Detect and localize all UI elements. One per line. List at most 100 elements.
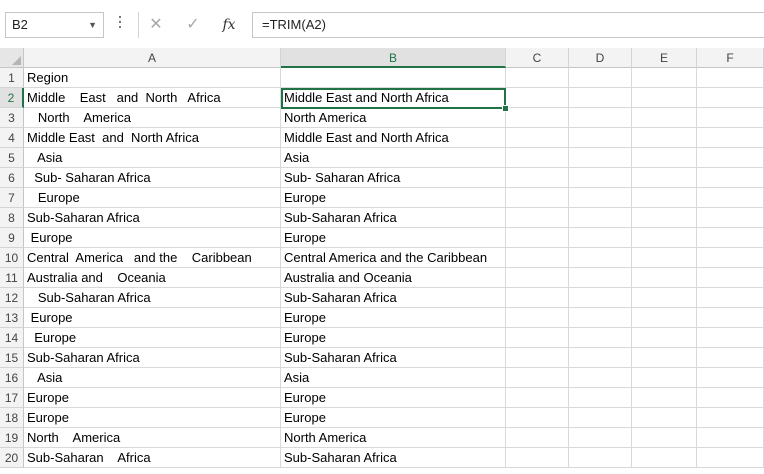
row-header[interactable]: 17 [0, 388, 24, 408]
row-header[interactable]: 14 [0, 328, 24, 348]
cell-d19[interactable] [569, 428, 632, 448]
cell-d17[interactable] [569, 388, 632, 408]
cell-b4[interactable]: Middle East and North Africa [281, 128, 506, 148]
cell-b10[interactable]: Central America and the Caribbean [281, 248, 506, 268]
cell-b5[interactable]: Asia [281, 148, 506, 168]
formula-input[interactable]: =TRIM(A2) [252, 12, 764, 38]
cell-c5[interactable] [506, 148, 569, 168]
row-header[interactable]: 1 [0, 68, 24, 88]
cell-f20[interactable] [697, 448, 764, 468]
cell-f17[interactable] [697, 388, 764, 408]
column-header-a[interactable]: A [24, 48, 281, 68]
cell-a8[interactable]: Sub-Saharan Africa [24, 208, 281, 228]
cell-d9[interactable] [569, 228, 632, 248]
column-header-b[interactable]: B [281, 48, 506, 68]
column-header-e[interactable]: E [632, 48, 697, 68]
cell-f9[interactable] [697, 228, 764, 248]
cell-b2[interactable]: Middle East and North Africa [281, 88, 506, 108]
cell-d3[interactable] [569, 108, 632, 128]
cell-f11[interactable] [697, 268, 764, 288]
cell-a7[interactable]: Europe [24, 188, 281, 208]
cell-a14[interactable]: Europe [24, 328, 281, 348]
cell-d2[interactable] [569, 88, 632, 108]
cell-f18[interactable] [697, 408, 764, 428]
more-options-icon[interactable] [118, 13, 122, 35]
cell-a11[interactable]: Australia and Oceania [24, 268, 281, 288]
cell-d11[interactable] [569, 268, 632, 288]
cell-e18[interactable] [632, 408, 697, 428]
cell-f10[interactable] [697, 248, 764, 268]
cell-d10[interactable] [569, 248, 632, 268]
row-header[interactable]: 18 [0, 408, 24, 428]
cell-e2[interactable] [632, 88, 697, 108]
cell-b7[interactable]: Europe [281, 188, 506, 208]
row-header[interactable]: 7 [0, 188, 24, 208]
cell-e14[interactable] [632, 328, 697, 348]
cell-c3[interactable] [506, 108, 569, 128]
cell-a15[interactable]: Sub-Saharan Africa [24, 348, 281, 368]
cell-c16[interactable] [506, 368, 569, 388]
cell-d5[interactable] [569, 148, 632, 168]
cell-a19[interactable]: North America [24, 428, 281, 448]
cell-c14[interactable] [506, 328, 569, 348]
cell-e11[interactable] [632, 268, 697, 288]
row-header[interactable]: 20 [0, 448, 24, 468]
row-header[interactable]: 12 [0, 288, 24, 308]
column-header-d[interactable]: D [569, 48, 632, 68]
cell-d16[interactable] [569, 368, 632, 388]
cell-e10[interactable] [632, 248, 697, 268]
cell-b18[interactable]: Europe [281, 408, 506, 428]
cell-a9[interactable]: Europe [24, 228, 281, 248]
row-header[interactable]: 13 [0, 308, 24, 328]
cell-c13[interactable] [506, 308, 569, 328]
cell-e12[interactable] [632, 288, 697, 308]
cell-d4[interactable] [569, 128, 632, 148]
cell-f5[interactable] [697, 148, 764, 168]
cell-e4[interactable] [632, 128, 697, 148]
cell-a17[interactable]: Europe [24, 388, 281, 408]
cell-f13[interactable] [697, 308, 764, 328]
fill-handle[interactable] [502, 105, 509, 112]
row-header[interactable]: 9 [0, 228, 24, 248]
cell-f16[interactable] [697, 368, 764, 388]
row-header[interactable]: 2 [0, 88, 24, 108]
cell-c6[interactable] [506, 168, 569, 188]
cell-f6[interactable] [697, 168, 764, 188]
cell-d6[interactable] [569, 168, 632, 188]
cell-c12[interactable] [506, 288, 569, 308]
row-header[interactable]: 11 [0, 268, 24, 288]
cell-b11[interactable]: Australia and Oceania [281, 268, 506, 288]
cell-e19[interactable] [632, 428, 697, 448]
cell-a3[interactable]: North America [24, 108, 281, 128]
cell-c18[interactable] [506, 408, 569, 428]
cell-f12[interactable] [697, 288, 764, 308]
cell-a16[interactable]: Asia [24, 368, 281, 388]
chevron-down-icon[interactable]: ▼ [88, 13, 97, 37]
column-header-c[interactable]: C [506, 48, 569, 68]
row-header[interactable]: 10 [0, 248, 24, 268]
cell-f1[interactable] [697, 68, 764, 88]
cell-a10[interactable]: Central America and the Caribbean [24, 248, 281, 268]
cell-c15[interactable] [506, 348, 569, 368]
cell-b13[interactable]: Europe [281, 308, 506, 328]
cell-e7[interactable] [632, 188, 697, 208]
cell-a2[interactable]: Middle East and North Africa [24, 88, 281, 108]
cell-c7[interactable] [506, 188, 569, 208]
cell-b19[interactable]: North America [281, 428, 506, 448]
cell-a20[interactable]: Sub-Saharan Africa [24, 448, 281, 468]
cell-e20[interactable] [632, 448, 697, 468]
row-header[interactable]: 4 [0, 128, 24, 148]
name-box[interactable]: B2 ▼ [5, 12, 104, 38]
cell-a5[interactable]: Asia [24, 148, 281, 168]
cell-b6[interactable]: Sub- Saharan Africa [281, 168, 506, 188]
cell-f2[interactable] [697, 88, 764, 108]
cell-b3[interactable]: North America [281, 108, 506, 128]
row-header[interactable]: 19 [0, 428, 24, 448]
cell-e15[interactable] [632, 348, 697, 368]
cell-c2[interactable] [506, 88, 569, 108]
row-header[interactable]: 5 [0, 148, 24, 168]
cell-d20[interactable] [569, 448, 632, 468]
cell-a12[interactable]: Sub-Saharan Africa [24, 288, 281, 308]
cell-c17[interactable] [506, 388, 569, 408]
row-header[interactable]: 15 [0, 348, 24, 368]
